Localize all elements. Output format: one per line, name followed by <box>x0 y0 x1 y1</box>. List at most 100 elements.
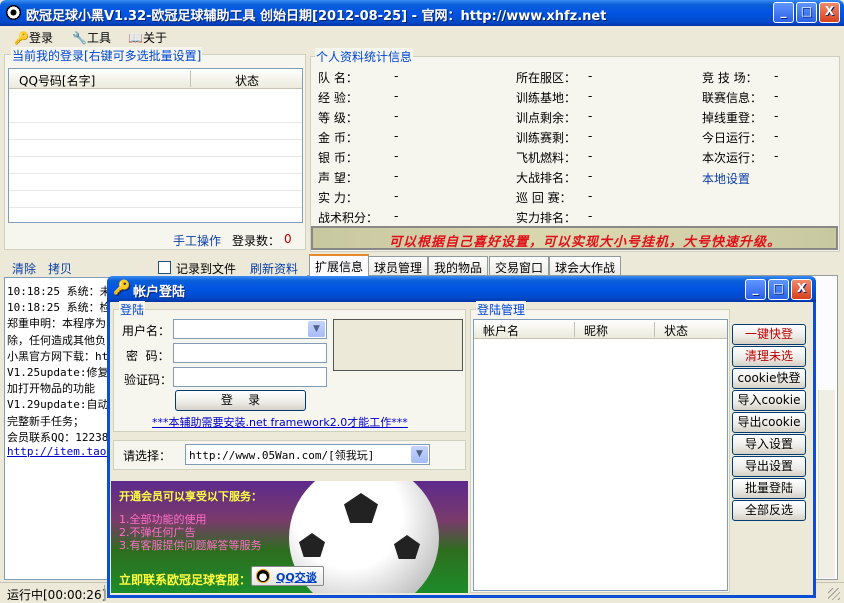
profile-stat-label: 训点剩余： <box>516 111 577 125</box>
captcha-label: 验证码： <box>124 373 173 387</box>
clear-log-link[interactable]: 清除 <box>12 260 36 277</box>
background-scrollbar[interactable] <box>818 390 835 578</box>
cookie-quick-login-button[interactable]: cookie快登 <box>732 368 806 389</box>
profile-stat-label: 队 名： <box>318 71 358 85</box>
invert-selection-button[interactable]: 全部反选 <box>732 500 806 521</box>
col-status-header[interactable]: 状态 <box>235 72 259 89</box>
tab-extended-info[interactable]: 扩展信息 <box>309 254 370 276</box>
dialog-maximize-button[interactable]: □ <box>768 279 789 300</box>
status-running: 运行中[00:00:26] <box>7 588 107 602</box>
profile-stat-label: 实 力： <box>318 191 358 205</box>
account-list-header: 帐户名 昵称 状态 <box>474 320 727 339</box>
record-to-file-label: 记录到文件 <box>176 262 237 276</box>
record-to-file-checkbox[interactable] <box>158 261 171 274</box>
profile-stat-value: - <box>588 89 593 103</box>
accounts-legend: 当前我的登录[右键可多选批量设置] <box>11 47 203 64</box>
export-cookie-button[interactable]: 导出cookie <box>732 412 806 433</box>
profile-stat-value: - <box>774 129 779 143</box>
resize-grip-icon[interactable] <box>828 588 840 600</box>
import-cookie-button[interactable]: 导入cookie <box>732 390 806 411</box>
table-row <box>9 123 302 140</box>
menu-login[interactable]: 🔑登录 <box>14 29 53 46</box>
log-line: 会员联系QQ：12238 <box>7 430 107 444</box>
chevron-down-icon[interactable]: ▼ <box>411 446 428 463</box>
choose-label: 请选择： <box>123 449 172 463</box>
qq-penguin-icon <box>256 569 270 583</box>
col-nick-header[interactable]: 昵称 <box>584 322 608 339</box>
accounts-grid-header: QQ号码[名字] 状态 <box>9 69 302 89</box>
captcha-field[interactable] <box>173 367 327 387</box>
tab-my-items[interactable]: 我的物品 <box>428 256 489 275</box>
profile-stat-value: - <box>588 189 593 203</box>
dialog-close-button[interactable]: X <box>791 279 812 300</box>
status-divider <box>104 585 105 601</box>
header-divider <box>190 71 191 87</box>
profile-stat-label: 经 验： <box>318 91 358 105</box>
app-ball-icon <box>6 5 21 20</box>
col-status-header[interactable]: 状态 <box>664 322 688 339</box>
header-divider <box>574 322 575 337</box>
menu-tools[interactable]: 🔧工具 <box>72 29 111 46</box>
profile-stat-label: 训练赛剩： <box>516 131 577 145</box>
qq-chat-button[interactable]: QQ交谈 <box>251 566 324 586</box>
profile-stat-value: - <box>588 169 593 183</box>
dialog-title-bar[interactable]: 🔑 帐户登陆 _ □ X <box>107 276 816 302</box>
chevron-down-icon[interactable]: ▼ <box>308 321 325 337</box>
captcha-image <box>333 319 463 371</box>
log-line: 加打开物品的功能 <box>7 382 95 396</box>
refresh-profile-link[interactable]: 刷新资料 <box>250 260 298 277</box>
minimize-button[interactable]: _ <box>773 2 794 23</box>
profile-stat-value: - <box>588 129 593 143</box>
login-management-legend: 登陆管理 <box>476 301 527 318</box>
profile-stat-value: - <box>774 89 779 103</box>
clear-unselected-button[interactable]: 清理未选 <box>732 346 806 367</box>
copy-log-link[interactable]: 拷贝 <box>48 260 72 277</box>
account-list[interactable]: 帐户名 昵称 状态 <box>473 319 728 591</box>
dialog-minimize-button[interactable]: _ <box>745 279 766 300</box>
batch-login-button[interactable]: 批量登陆 <box>732 478 806 499</box>
log-line: 除，任何造成其他负 <box>7 333 106 347</box>
server-select[interactable]: http://www.05Wan.com/[领我玩] ▼ <box>185 444 430 465</box>
profile-stat-label: 银 币： <box>318 151 358 165</box>
wrench-icon: 🔧 <box>72 31 87 45</box>
maximize-button[interactable]: □ <box>796 2 817 23</box>
tab-trade-window[interactable]: 交易窗口 <box>489 256 550 275</box>
table-row <box>9 106 302 123</box>
profile-stat-label: 联赛信息： <box>702 91 763 105</box>
tab-player-management[interactable]: 球员管理 <box>368 256 429 275</box>
menu-bar: 🔑登录 🔧工具 📖关于 <box>0 26 844 48</box>
one-click-login-button[interactable]: 一键快登 <box>732 324 806 345</box>
main-title-bar[interactable]: 欧冠足球小黑V1.32-欧冠足球辅助工具 创始日期[2012-08-25] - … <box>0 0 844 26</box>
profile-stat-label: 金 币： <box>318 131 358 145</box>
username-combo[interactable]: ▼ <box>173 319 327 339</box>
tab-club-battle[interactable]: 球会大作战 <box>549 256 622 275</box>
local-settings-link[interactable]: 本地设置 <box>702 170 750 187</box>
profile-stat-label: 训练基地： <box>516 91 577 105</box>
col-account-header[interactable]: 帐户名 <box>483 322 519 339</box>
manual-operation-link[interactable]: 手工操作 <box>173 232 221 249</box>
login-button[interactable]: 登 录 <box>175 390 306 411</box>
profile-stat-label: 竞 技 场： <box>702 71 758 85</box>
ball-patch <box>344 493 378 523</box>
col-qq-header[interactable]: QQ号码[名字] <box>19 72 95 89</box>
profile-stat-label: 今日运行： <box>702 131 763 145</box>
import-settings-button[interactable]: 导入设置 <box>732 434 806 455</box>
profile-stat-label: 实力排名： <box>516 211 577 225</box>
qq-chat-label: QQ交谈 <box>276 571 317 584</box>
close-button[interactable]: X <box>819 2 840 23</box>
promo-contact: 立即联系欧冠足球客服： <box>119 573 252 587</box>
profile-stat-value: - <box>394 109 399 123</box>
log-line: 10:18:25 系统：检 <box>7 301 107 315</box>
profile-stat-value: - <box>394 149 399 163</box>
password-label: 密 码： <box>126 349 170 363</box>
login-count-label: 登录数： <box>232 234 281 248</box>
key-icon: 🔑 <box>14 31 29 45</box>
book-icon: 📖 <box>128 31 143 45</box>
profile-banner: 可以根据自己喜好设置，可以实现大小号挂机，大号快速升级。 <box>311 226 838 250</box>
menu-about[interactable]: 📖关于 <box>128 29 167 46</box>
password-field[interactable] <box>173 343 327 363</box>
export-settings-button[interactable]: 导出设置 <box>732 456 806 477</box>
promo-title: 开通会员可以享受以下服务： <box>119 490 262 503</box>
server-selected-value: http://www.05Wan.com/[领我玩] <box>189 449 375 462</box>
profile-stat-label: 大战排名： <box>516 171 577 185</box>
